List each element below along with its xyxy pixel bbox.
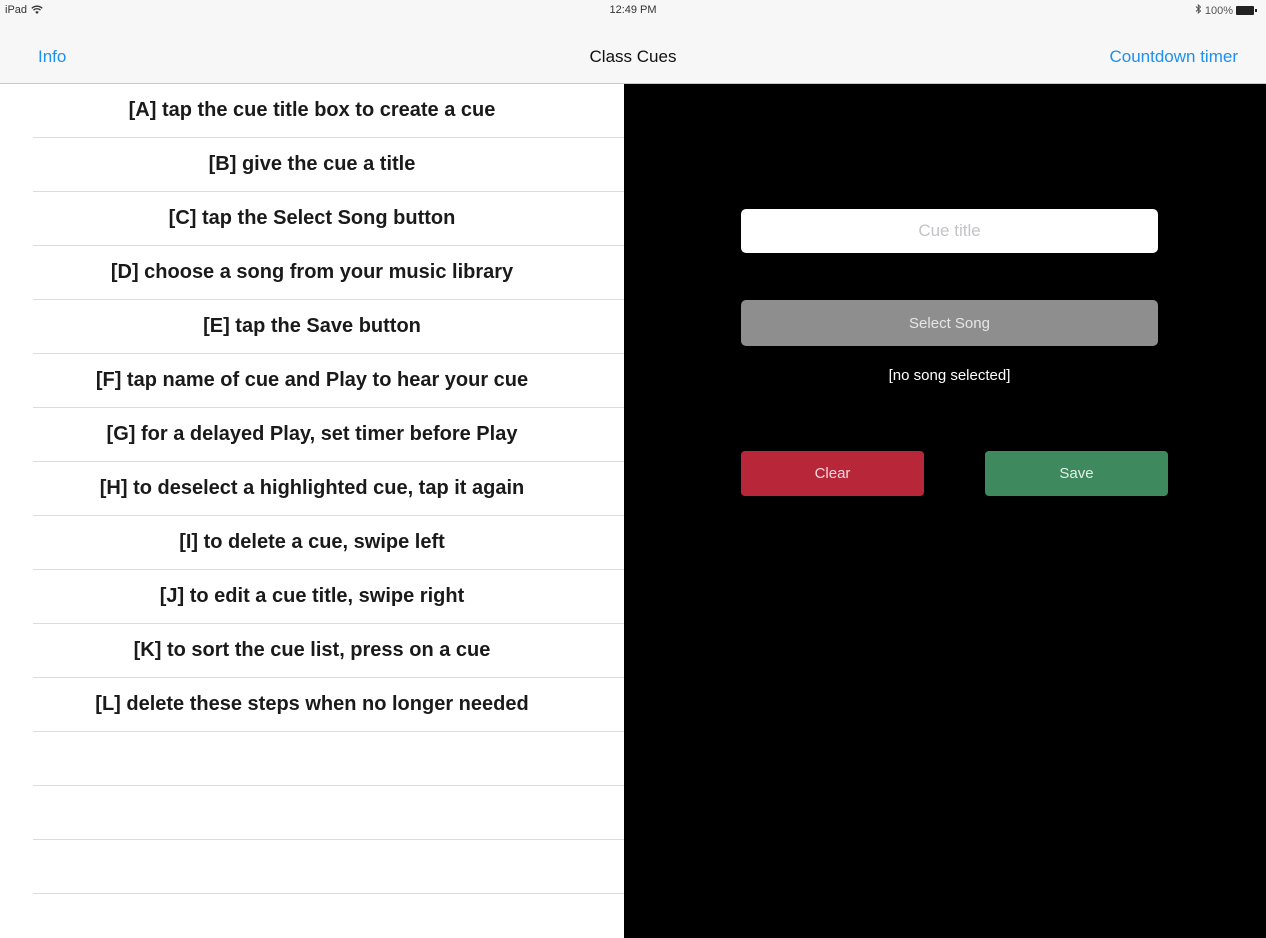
empty-list-row — [33, 840, 624, 894]
cue-list-item[interactable]: [A] tap the cue title box to create a cu… — [33, 84, 624, 138]
clear-button[interactable]: Clear — [741, 451, 924, 496]
cue-list-item[interactable]: [J] to edit a cue title, swipe right — [33, 570, 624, 624]
cue-list-item[interactable]: [H] to deselect a highlighted cue, tap i… — [33, 462, 624, 516]
select-song-button[interactable]: Select Song — [741, 300, 1158, 346]
info-button[interactable]: Info — [38, 47, 66, 67]
cue-list-item[interactable]: [L] delete these steps when no longer ne… — [33, 678, 624, 732]
cue-title-input[interactable] — [741, 209, 1158, 253]
save-button[interactable]: Save — [985, 451, 1168, 496]
app-screen: iPad 12:49 PM 100% Info Class Cues Count… — [0, 0, 1266, 938]
cue-list-item[interactable]: [G] for a delayed Play, set timer before… — [33, 408, 624, 462]
status-bar: iPad 12:49 PM 100% — [0, 0, 1266, 30]
status-time: 12:49 PM — [609, 4, 657, 16]
status-right: 100% — [1195, 3, 1258, 17]
cue-list-item[interactable]: [C] tap the Select Song button — [33, 192, 624, 246]
empty-list-row — [33, 786, 624, 840]
page-title: Class Cues — [589, 47, 677, 66]
cue-list-item[interactable]: [I] to delete a cue, swipe left — [33, 516, 624, 570]
cue-list-item[interactable]: [B] give the cue a title — [33, 138, 624, 192]
song-status-label: [no song selected] — [888, 367, 1011, 384]
cue-list-item[interactable]: [E] tap the Save button — [33, 300, 624, 354]
battery-icon — [1236, 6, 1258, 15]
cue-list-item[interactable]: [D] choose a song from your music librar… — [33, 246, 624, 300]
navigation-bar: Info Class Cues Countdown timer — [0, 30, 1266, 84]
countdown-timer-button[interactable]: Countdown timer — [1109, 47, 1238, 67]
cue-list-item[interactable]: [F] tap name of cue and Play to hear you… — [33, 354, 624, 408]
bluetooth-icon — [1195, 3, 1202, 17]
cue-list-item[interactable]: [K] to sort the cue list, press on a cue — [33, 624, 624, 678]
battery-percent: 100% — [1204, 4, 1233, 17]
cue-editor-panel: Select Song [no song selected] Clear Sav… — [624, 84, 1266, 938]
cue-list: [A] tap the cue title box to create a cu… — [0, 84, 624, 938]
empty-list-row — [33, 732, 624, 786]
